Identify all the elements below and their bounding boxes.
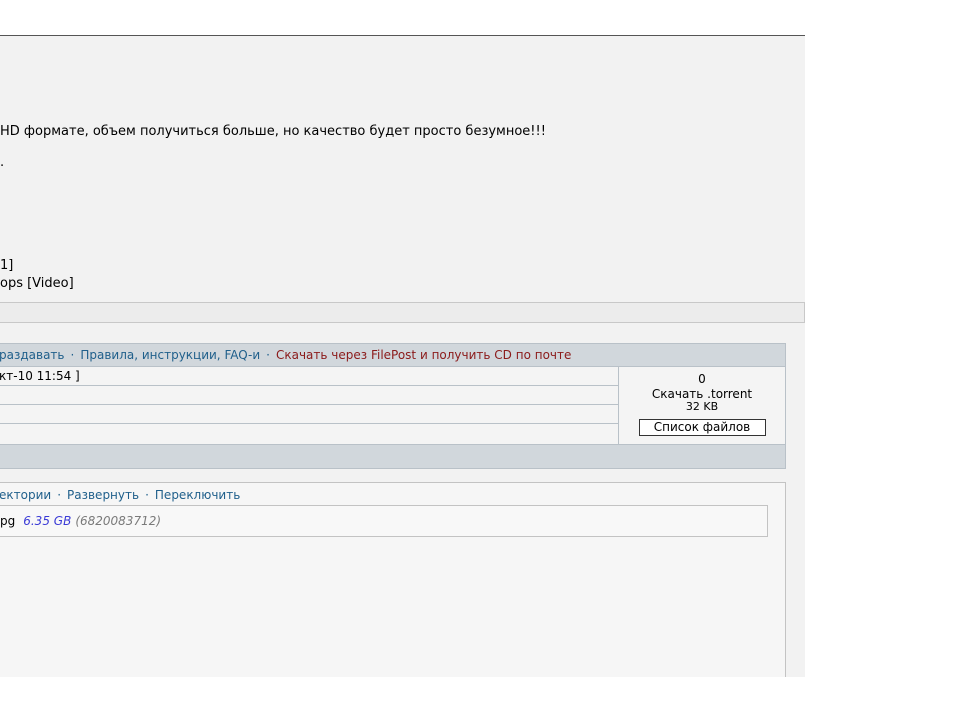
separator-dot: ·: [266, 348, 270, 362]
file-list-toolbar: ектории · Развернуть · Переключить: [0, 483, 785, 502]
toolbar-link-directories[interactable]: ектории: [0, 488, 51, 502]
separator-dot: ·: [70, 348, 75, 362]
header-link-seed[interactable]: раздавать: [0, 348, 65, 362]
separator-dot: ·: [145, 488, 149, 502]
post-text-line: HD формате, объем получиться больше, но …: [0, 124, 546, 139]
file-name[interactable]: pg: [0, 514, 15, 528]
page-viewport: HD формате, объем получиться больше, но …: [0, 35, 805, 677]
torrent-info-box: раздавать · Правила, инструкции, FAQ-и · Ска…: [0, 343, 786, 469]
post-footer-bar: [0, 302, 805, 323]
torrent-row: [0, 405, 618, 424]
header-link-filepost[interactable]: Скачать через FilePost и получить CD по …: [276, 348, 571, 362]
torrent-row: [0, 424, 618, 443]
file-list-box: ектории · Развернуть · Переключить pg 6.35 GB…: [0, 482, 786, 677]
download-torrent-link[interactable]: Скачать .torrent: [619, 387, 785, 401]
header-link-rules[interactable]: Правила, инструкции, FAQ-и: [80, 348, 260, 362]
file-list-item: pg 6.35 GB (6820083712): [0, 505, 768, 537]
torrent-row: [0, 386, 618, 405]
file-bytes: (6820083712): [75, 514, 162, 528]
torrent-header: раздавать · Правила, инструкции, FAQ-и · Ска…: [0, 344, 785, 367]
separator-dot: ·: [57, 488, 62, 502]
paperclip-icon[interactable]: 0: [619, 372, 785, 386]
toolbar-link-expand[interactable]: Развернуть: [67, 488, 139, 502]
torrent-download-panel: 0 Скачать .torrent 32 KB Список файлов: [619, 367, 785, 444]
post-text-line: ops [Video]: [0, 276, 74, 291]
torrent-details-rows: кт-10 11:54 ]: [0, 367, 619, 444]
torrent-date-row: кт-10 11:54 ]: [0, 367, 618, 386]
file-size: 6.35 GB: [23, 514, 72, 528]
torrent-footer-bar: [0, 444, 785, 468]
toolbar-link-toggle[interactable]: Переключить: [155, 488, 240, 502]
torrent-file-size: 32 KB: [685, 400, 719, 413]
post-text-line: .: [0, 155, 5, 170]
post-text-line: 1]: [0, 258, 14, 273]
file-list-button[interactable]: Список файлов: [638, 419, 766, 436]
